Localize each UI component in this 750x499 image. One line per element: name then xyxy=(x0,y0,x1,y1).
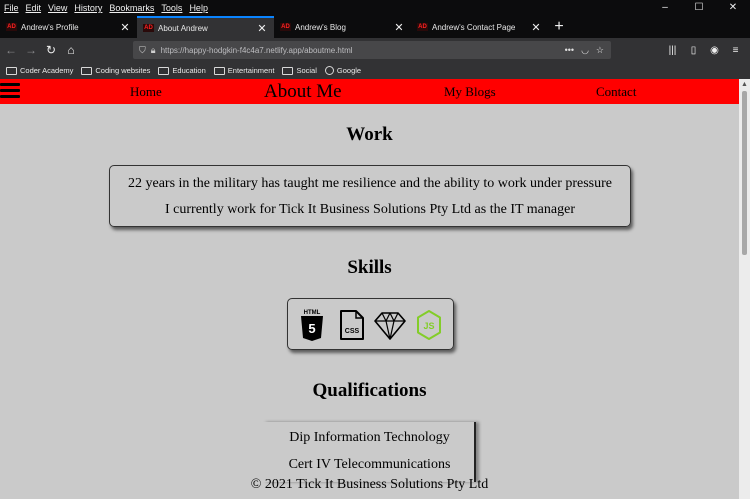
css-file-icon: CSS xyxy=(340,310,364,340)
tab-title: Andrew's Contact Page xyxy=(432,22,516,32)
page-actions-icon[interactable]: ••• xyxy=(565,45,574,55)
bookmark-label: Entertainment xyxy=(227,66,275,75)
globe-icon xyxy=(324,66,334,75)
tab-about[interactable]: AD About Andrew ✕ xyxy=(137,16,274,38)
window-controls: – ☐ ✕ xyxy=(648,0,750,16)
menu-tools[interactable]: Tools xyxy=(161,3,182,13)
close-icon[interactable]: ✕ xyxy=(393,21,405,34)
close-window-button[interactable]: ✕ xyxy=(716,0,750,16)
sketch-gem-icon xyxy=(374,312,406,340)
menu-list: File Edit View History Bookmarks Tools H… xyxy=(0,3,215,13)
html-label: HTML xyxy=(304,310,321,316)
reload-icon[interactable]: ↻ xyxy=(42,43,60,57)
maximize-button[interactable]: ☐ xyxy=(682,0,716,16)
favicon-icon: AD xyxy=(417,23,428,31)
tab-title: Andrew's Blog xyxy=(295,22,346,32)
bookmark-coding-websites[interactable]: Coding websites xyxy=(81,66,150,75)
favicon-icon: AD xyxy=(280,23,291,31)
js-label: JS xyxy=(423,321,434,331)
footer: © 2021 Tick It Business Solutions Pty Lt… xyxy=(250,477,489,492)
folder-icon xyxy=(81,66,93,75)
close-icon[interactable]: ✕ xyxy=(119,21,131,34)
qualification-item: Cert IV Telecommunications xyxy=(288,457,451,472)
css-label: CSS xyxy=(345,328,360,335)
tab-blog[interactable]: AD Andrew's Blog ✕ xyxy=(274,16,411,38)
new-tab-icon[interactable]: + xyxy=(548,16,570,38)
url-text[interactable]: https://happy-hodgkin-f4c4a7.netlify.app… xyxy=(161,46,565,55)
menu-icon[interactable]: ≡ xyxy=(725,45,746,56)
bookmark-coder-academy[interactable]: Coder Academy xyxy=(6,66,73,75)
site-nav: Home About Me My Blogs Contact xyxy=(0,79,739,104)
back-icon[interactable]: ← xyxy=(2,43,20,57)
bookmark-label: Education xyxy=(172,66,206,75)
skills-heading: Skills xyxy=(347,257,392,278)
scrollbar-thumb[interactable] xyxy=(742,91,747,255)
shield-icon[interactable]: ⛉ xyxy=(139,45,146,56)
bookmark-label: Coder Academy xyxy=(20,66,74,75)
account-icon[interactable]: ◉ xyxy=(704,45,725,56)
nav-link-blogs[interactable]: My Blogs xyxy=(444,84,496,100)
tab-title: About Andrew xyxy=(158,23,208,33)
home-icon[interactable]: ⌂ xyxy=(62,43,80,57)
minimize-button[interactable]: – xyxy=(648,0,682,16)
menu-edit[interactable]: Edit xyxy=(26,3,42,13)
lock-icon[interactable]: 🔒︎ xyxy=(151,45,156,56)
tab-title: Andrew's Profile xyxy=(21,22,79,32)
hamburger-menu-icon[interactable] xyxy=(0,83,20,101)
tab-strip: AD Andrew's Profile ✕ AD About Andrew ✕ … xyxy=(0,16,750,38)
nav-link-home[interactable]: Home xyxy=(130,84,162,100)
menu-history[interactable]: History xyxy=(74,3,102,13)
bookmark-label: Social xyxy=(296,66,317,75)
sidebar-icon[interactable]: ▯ xyxy=(683,45,704,56)
work-line-1: 22 years in the military has taught me r… xyxy=(127,176,613,191)
folder-icon xyxy=(158,66,170,75)
bookmark-google[interactable]: Google xyxy=(324,66,362,75)
work-line-2: I currently work for Tick It Business So… xyxy=(165,202,575,217)
bookmark-education[interactable]: Education xyxy=(158,66,206,75)
bookmarks-toolbar: Coder Academy Coding websites Education … xyxy=(0,62,750,79)
nodejs-icon: JS xyxy=(417,310,441,340)
html5-icon: HTML 5 xyxy=(301,310,323,341)
bookmark-label: Coding websites xyxy=(95,66,151,75)
folder-icon xyxy=(6,66,17,75)
navigation-toolbar: ← → ↻ ⌂ ⛉ 🔒︎ https://happy-hodgkin-f4c4a… xyxy=(0,38,750,62)
work-box: 22 years in the military has taught me r… xyxy=(109,165,631,227)
bookmark-social[interactable]: Social xyxy=(282,66,317,75)
web-page: Home About Me My Blogs Contact Work 22 y… xyxy=(0,79,739,499)
menu-bar: File Edit View History Bookmarks Tools H… xyxy=(0,0,750,16)
toolbar-right: ||| ▯ ◉ ≡ xyxy=(662,38,746,62)
menu-view[interactable]: View xyxy=(48,3,67,13)
work-heading: Work xyxy=(346,124,393,145)
favicon-icon: AD xyxy=(143,24,154,32)
page-scrollbar[interactable]: ▲ xyxy=(739,79,750,499)
html-number: 5 xyxy=(308,321,315,336)
bookmark-label: Google xyxy=(336,66,362,75)
folder-icon xyxy=(282,66,294,75)
close-icon[interactable]: ✕ xyxy=(256,22,268,35)
pocket-icon[interactable]: ◡ xyxy=(581,45,589,56)
scroll-up-icon[interactable]: ▲ xyxy=(739,79,750,90)
menu-bookmarks[interactable]: Bookmarks xyxy=(109,3,154,13)
tab-contact[interactable]: AD Andrew's Contact Page ✕ xyxy=(411,16,548,38)
bookmark-star-icon[interactable]: ☆ xyxy=(596,45,604,56)
address-bar[interactable]: ⛉ 🔒︎ https://happy-hodgkin-f4c4a7.netlif… xyxy=(133,41,611,59)
folder-icon xyxy=(213,66,225,75)
menu-help[interactable]: Help xyxy=(189,3,208,13)
menu-file[interactable]: File xyxy=(4,3,19,13)
qualifications-heading: Qualifications xyxy=(312,380,427,401)
nav-link-contact[interactable]: Contact xyxy=(596,84,636,100)
nav-link-about[interactable]: About Me xyxy=(264,81,342,103)
qualifications-box: Dip Information Technology Cert IV Telec… xyxy=(263,422,476,482)
skills-box: HTML 5 CSS JS xyxy=(287,298,454,350)
tab-profile[interactable]: AD Andrew's Profile ✕ xyxy=(0,16,137,38)
close-icon[interactable]: ✕ xyxy=(530,21,542,34)
library-icon[interactable]: ||| xyxy=(662,45,683,56)
bookmark-entertainment[interactable]: Entertainment xyxy=(213,66,275,75)
forward-icon[interactable]: → xyxy=(22,43,40,57)
favicon-icon: AD xyxy=(6,23,17,31)
qualification-item: Dip Information Technology xyxy=(289,430,450,445)
